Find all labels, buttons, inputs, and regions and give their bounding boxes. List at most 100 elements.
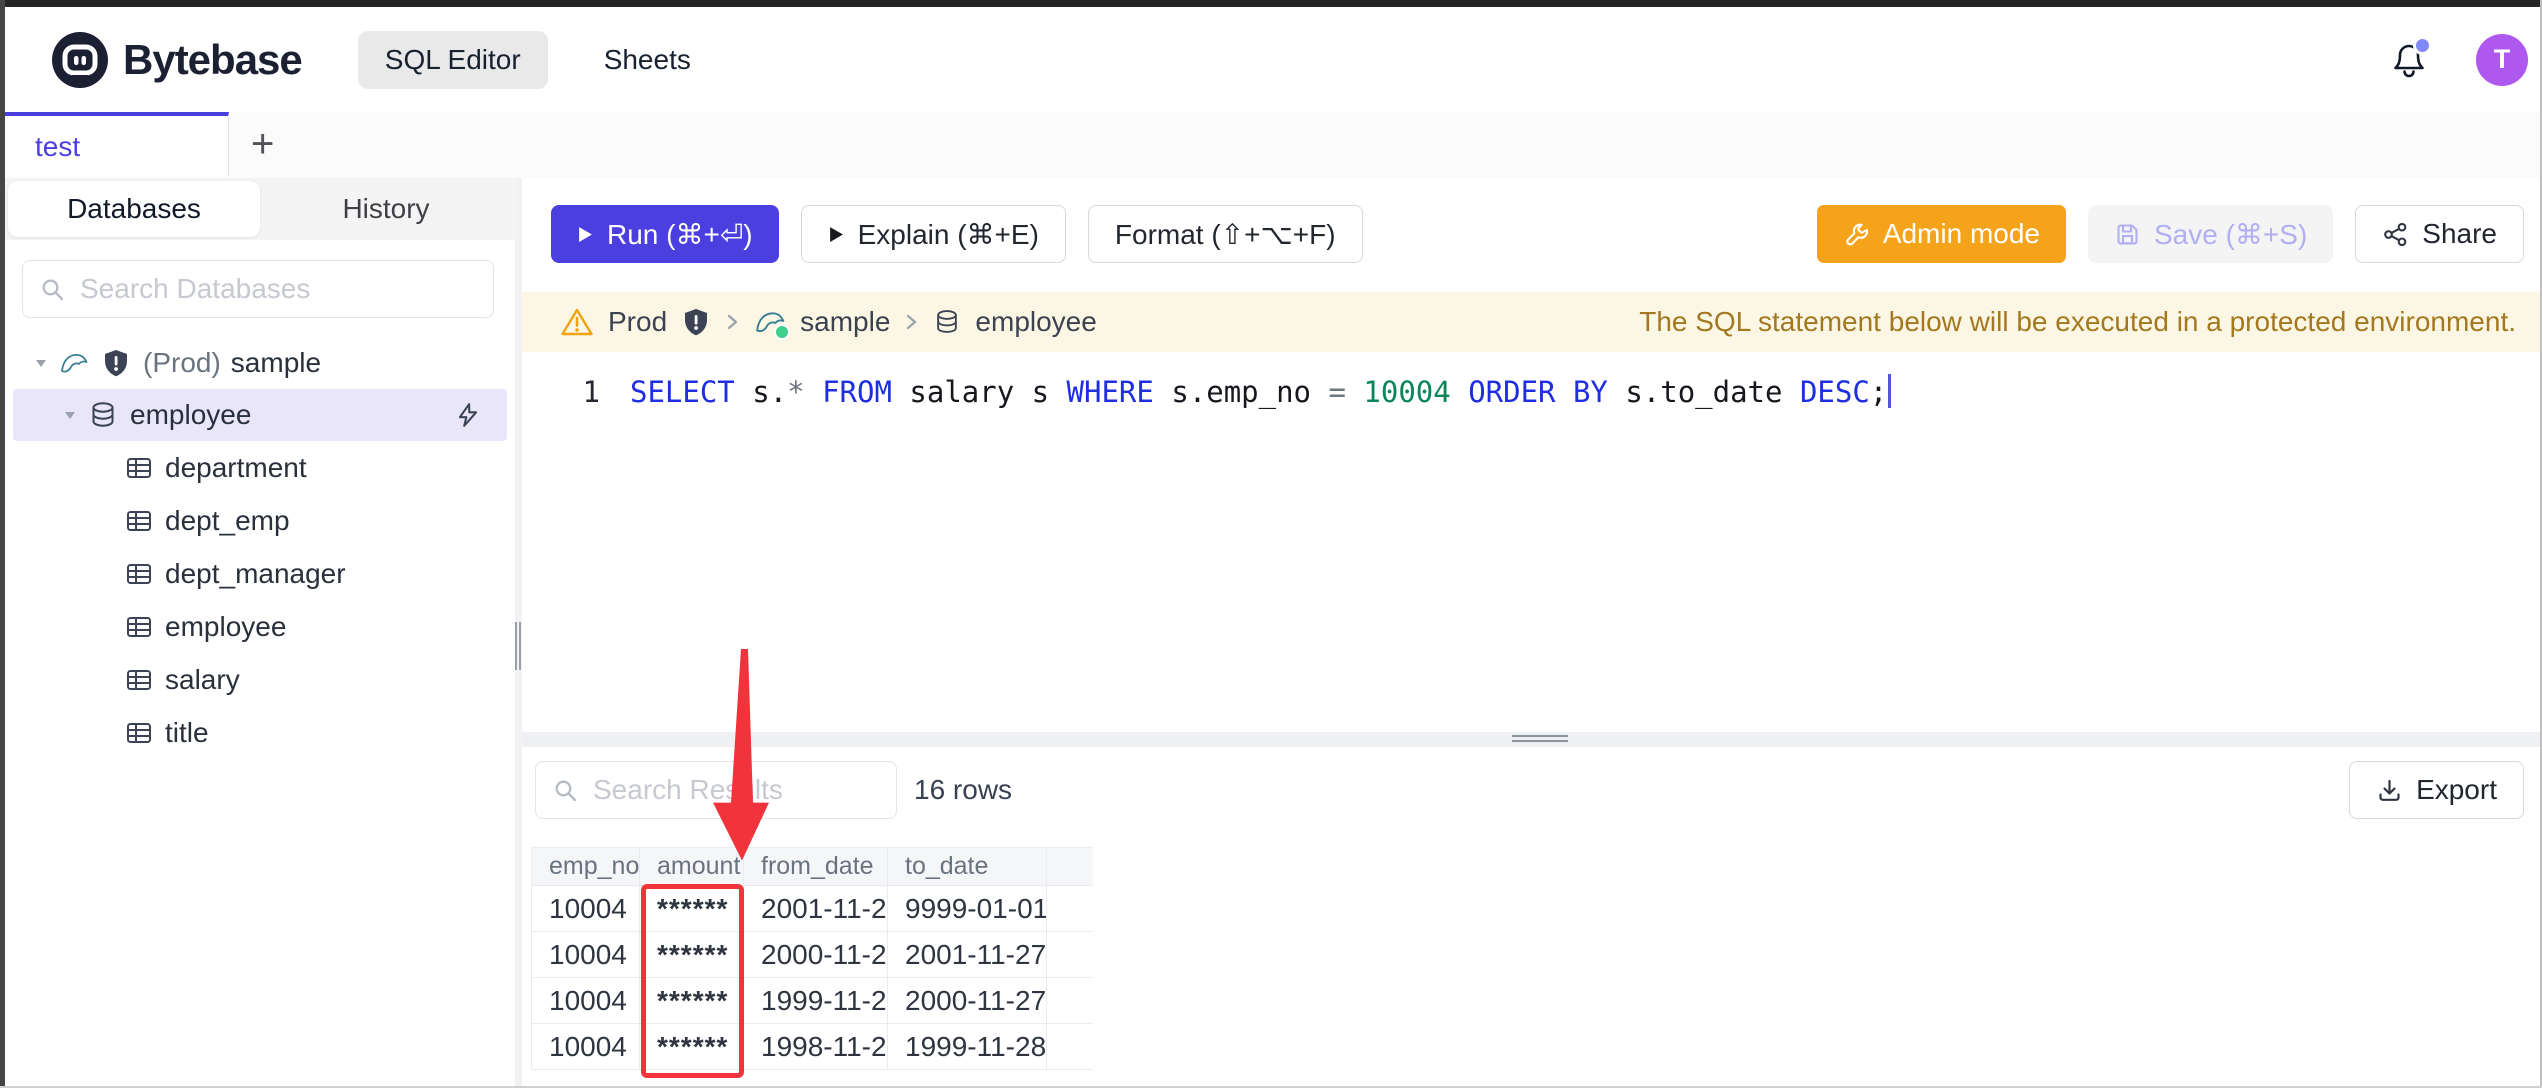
sidebar: Databases History Search Databases (Prod… <box>5 178 515 1086</box>
result-header-row: emp_no amount from_date to_date <box>532 847 1093 886</box>
share-button[interactable]: Share <box>2355 205 2524 263</box>
table-icon <box>125 667 153 693</box>
panel-resize-divider[interactable] <box>522 732 2540 747</box>
sidebar-table-item[interactable]: employee <box>5 600 515 653</box>
column-header-from_date[interactable]: from_date <box>744 848 888 885</box>
database-search-input[interactable] <box>78 272 493 306</box>
database-icon <box>933 308 961 336</box>
tree-database-employee[interactable]: employee <box>13 389 507 441</box>
column-header-filler <box>1047 848 1093 885</box>
sidebar-resize-handle[interactable] <box>515 178 522 1086</box>
results-panel: 16 rows Export emp_noamountfrom_dateto_d… <box>522 747 2540 1086</box>
notification-dot <box>2413 35 2432 55</box>
result-cell-filler <box>1047 1024 1093 1069</box>
play-icon <box>828 226 845 243</box>
result-cell[interactable]: 2000-11-27 <box>888 978 1047 1023</box>
column-header-emp_no[interactable]: emp_no <box>532 848 640 885</box>
result-row: 10004******2001-11-279999-01-01 <box>532 886 1093 932</box>
result-cell[interactable]: 2001-11-27 <box>888 932 1047 977</box>
notification-bell-icon[interactable] <box>2390 35 2432 80</box>
bytebase-logo-icon <box>51 31 109 89</box>
result-row: 10004******2000-11-272001-11-27 <box>532 932 1093 978</box>
run-button[interactable]: Run (⌘+⏎) <box>551 205 779 263</box>
tab-test-label: test <box>35 130 81 162</box>
breadcrumb-instance: sample <box>800 306 891 337</box>
result-cell-filler <box>1047 932 1093 977</box>
tab-databases[interactable]: Databases <box>8 181 260 237</box>
table-icon <box>125 720 153 746</box>
connection-breadcrumb: Prod sample employee The SQL statement b… <box>522 292 2540 352</box>
result-row: 10004******1999-11-282000-11-27 <box>532 978 1093 1024</box>
instance-name: sample <box>230 347 322 378</box>
sidebar-table-item[interactable]: salary <box>5 653 515 706</box>
nav-sql-editor[interactable]: SQL Editor <box>357 30 548 89</box>
warning-triangle-icon <box>560 306 594 338</box>
admin-mode-button[interactable]: Admin mode <box>1816 205 2066 263</box>
new-tab-button[interactable]: + <box>251 120 274 168</box>
window-frame-left <box>0 0 5 1088</box>
export-button[interactable]: Export <box>2349 761 2524 819</box>
result-row: 10004******1998-11-281999-11-28 <box>532 1024 1093 1070</box>
result-cell[interactable]: 10004 <box>532 1024 640 1069</box>
worksheet-tabbar: test + <box>5 112 2540 179</box>
instance-environment: (Prod) <box>143 347 221 378</box>
caret-down-icon <box>33 355 49 371</box>
bytebase-logo[interactable]: Bytebase <box>51 31 303 89</box>
table-icon <box>125 455 153 481</box>
mysql-icon <box>59 349 89 377</box>
save-button[interactable]: Save (⌘+S) <box>2088 205 2334 263</box>
sidebar-table-item[interactable]: dept_emp <box>5 494 515 547</box>
table-icon <box>125 561 153 587</box>
result-body: 10004******2001-11-279999-01-0110004****… <box>532 886 1093 1070</box>
database-tree: (Prod) sample employee department dept_e… <box>5 337 515 759</box>
table-name: dept_emp <box>165 504 290 536</box>
table-icon <box>125 614 153 640</box>
share-icon <box>2382 221 2409 248</box>
tree-instance-sample[interactable]: (Prod) sample <box>5 337 515 389</box>
table-name: department <box>165 451 307 483</box>
mysql-connection-icon <box>754 307 791 340</box>
annotation-masked-column-box <box>641 884 744 1078</box>
search-icon <box>39 276 66 303</box>
result-cell-filler <box>1047 886 1093 931</box>
sidebar-table-item[interactable]: title <box>5 706 515 759</box>
caret-down-icon <box>62 407 78 423</box>
tab-history[interactable]: History <box>260 181 512 237</box>
row-count: 16 rows <box>914 774 1013 805</box>
play-icon <box>577 226 594 243</box>
results-search-input[interactable] <box>591 773 896 807</box>
shield-alert-icon <box>681 307 711 337</box>
result-cell[interactable]: 2000-11-27 <box>744 932 888 977</box>
results-search[interactable] <box>535 761 897 819</box>
result-cell[interactable]: 10004 <box>532 886 640 931</box>
sql-editor-area[interactable]: 1 SELECT s.* FROM salary s WHERE s.emp_n… <box>522 352 2540 732</box>
user-avatar[interactable]: T <box>2476 33 2528 86</box>
format-button[interactable]: Format (⇧+⌥+F) <box>1087 205 1363 263</box>
result-cell-filler <box>1047 978 1093 1023</box>
search-icon <box>552 777 579 804</box>
sidebar-table-item[interactable]: dept_manager <box>5 547 515 600</box>
result-cell[interactable]: 2001-11-27 <box>744 886 888 931</box>
result-cell[interactable]: 1999-11-28 <box>888 1024 1047 1069</box>
wrench-icon <box>1843 221 1870 248</box>
protected-environment-warning: The SQL statement below will be executed… <box>1639 306 2516 337</box>
tab-test[interactable]: test <box>5 112 229 177</box>
sidebar-table-item[interactable]: department <box>5 441 515 494</box>
column-header-to_date[interactable]: to_date <box>888 848 1047 885</box>
result-cell[interactable]: 1999-11-28 <box>744 978 888 1023</box>
table-name: employee <box>165 610 287 642</box>
explain-button[interactable]: Explain (⌘+E) <box>800 205 1066 263</box>
sql-code-line: 1 SELECT s.* FROM salary s WHERE s.emp_n… <box>522 372 1892 412</box>
result-table: emp_no amount from_date to_date 10004 ******… <box>531 847 1093 1070</box>
nav-sheets[interactable]: Sheets <box>604 44 691 76</box>
result-cell[interactable]: 10004 <box>532 978 640 1023</box>
chevron-right-icon <box>904 311 919 333</box>
database-search[interactable] <box>22 260 494 318</box>
table-name: dept_manager <box>165 557 346 589</box>
chevron-right-icon <box>725 311 740 333</box>
app-header: Bytebase SQL Editor Sheets T <box>5 7 2540 113</box>
result-cell[interactable]: 10004 <box>532 932 640 977</box>
column-header-amount[interactable]: amount <box>640 848 744 885</box>
result-cell[interactable]: 9999-01-01 <box>888 886 1047 931</box>
result-cell[interactable]: 1998-11-28 <box>744 1024 888 1069</box>
